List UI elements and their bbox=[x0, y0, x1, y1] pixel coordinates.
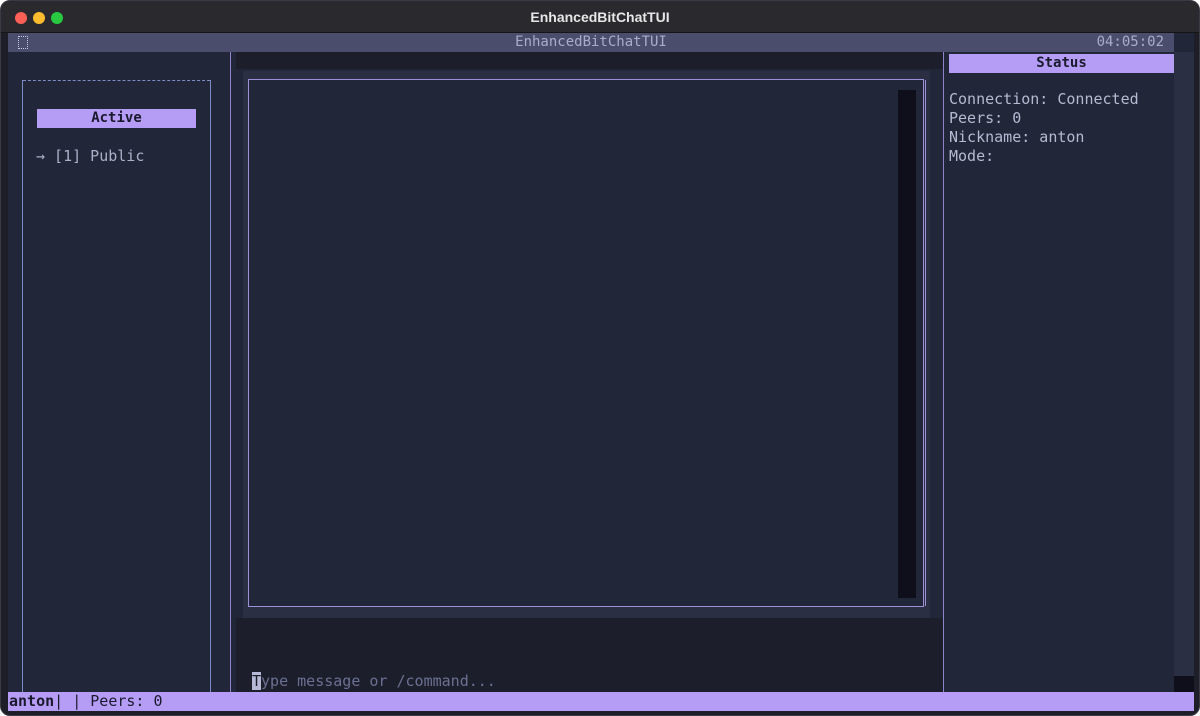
window-titlebar: EnhancedBitChatTUI bbox=[1, 1, 1199, 33]
messages-frame-edge bbox=[920, 80, 926, 606]
status-details: Connection: Connected Peers: 0 Nickname:… bbox=[949, 90, 1139, 166]
status-bar: anton| | Peers: 0 bbox=[8, 692, 1194, 711]
panel-divider-left bbox=[230, 52, 231, 692]
input-cursor: T bbox=[252, 672, 262, 690]
messages-container bbox=[243, 71, 930, 618]
channel-item-public[interactable]: → [1] Public bbox=[36, 147, 144, 165]
right-scrollbar-thumb[interactable] bbox=[1174, 676, 1194, 692]
window-title: EnhancedBitChatTUI bbox=[530, 9, 670, 25]
status-panel: Status Connection: Connected Peers: 0 Ni… bbox=[945, 52, 1174, 692]
status-connection: Connection: Connected bbox=[949, 90, 1139, 108]
terminal-area: EnhancedBitChatTUI 04:05:02 Active → [1]… bbox=[8, 33, 1194, 711]
right-scrollbar[interactable] bbox=[1174, 52, 1194, 692]
app-title: EnhancedBitChatTUI bbox=[515, 34, 667, 50]
channels-panel: Active → [1] Public bbox=[8, 52, 228, 692]
messages-scrollbar[interactable] bbox=[898, 90, 916, 598]
channels-active-label: Active bbox=[37, 109, 196, 128]
chat-panel: Type message or /command... bbox=[236, 52, 944, 692]
input-placeholder: ype message or /command... bbox=[261, 672, 496, 690]
status-peers: Peers: 0 bbox=[949, 109, 1022, 127]
message-input[interactable]: Type message or /command... bbox=[252, 672, 496, 690]
channels-frame bbox=[22, 80, 211, 692]
messages-log[interactable] bbox=[248, 79, 926, 607]
footer-peers: Peers: 0 bbox=[90, 692, 163, 710]
panel-divider-right bbox=[943, 52, 944, 692]
footer-separator: | | bbox=[54, 692, 91, 710]
app-header: EnhancedBitChatTUI 04:05:02 bbox=[8, 33, 1174, 52]
header-clock: 04:05:02 bbox=[1096, 34, 1164, 50]
chat-top-bar bbox=[236, 52, 944, 69]
status-title: Status bbox=[949, 54, 1174, 73]
input-area: Type message or /command... bbox=[236, 618, 944, 692]
app-window: EnhancedBitChatTUI EnhancedBitChatTUI 04… bbox=[0, 0, 1200, 716]
status-mode: Mode: bbox=[949, 147, 995, 165]
footer-nickname: anton bbox=[9, 692, 55, 710]
status-nickname: Nickname: anton bbox=[949, 128, 1085, 146]
